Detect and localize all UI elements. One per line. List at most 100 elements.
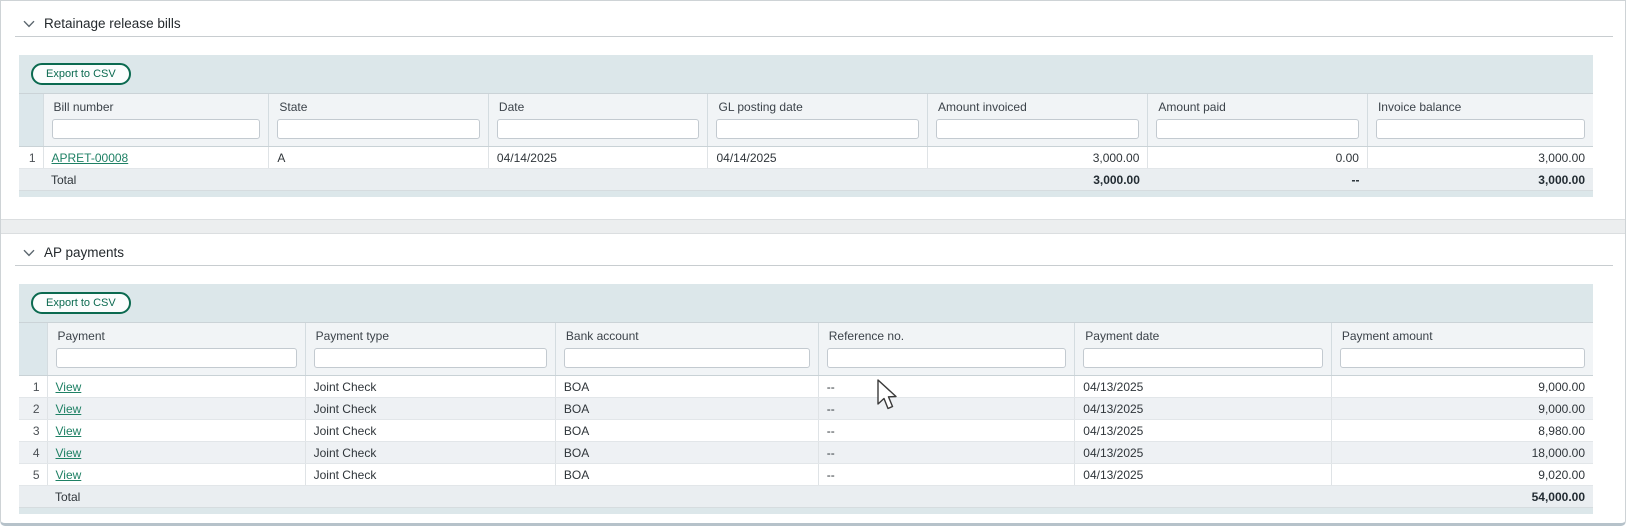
payment-date-cell: 04/13/2025 xyxy=(1075,398,1332,420)
bank-account-cell: BOA xyxy=(555,442,818,464)
payment-type-cell: Joint Check xyxy=(305,464,555,486)
payment-type-cell: Joint Check xyxy=(305,398,555,420)
column-reference-no: Reference no. xyxy=(818,323,1075,376)
ap-payments-table: Payment Payment type Bank account R xyxy=(19,323,1593,508)
invoice-balance-cell: 3,000.00 xyxy=(1367,147,1593,169)
column-payment-date: Payment date xyxy=(1075,323,1332,376)
view-payment-link[interactable]: View xyxy=(56,402,82,416)
row-number-header xyxy=(19,94,43,147)
filter-invoice-balance-input[interactable] xyxy=(1376,119,1585,139)
payment-date-cell: 04/13/2025 xyxy=(1075,464,1332,486)
amount-paid-cell: 0.00 xyxy=(1148,147,1368,169)
filter-payment-type-input[interactable] xyxy=(314,348,547,368)
payment-type-cell: Joint Check xyxy=(305,420,555,442)
payment-amount-cell: 9,000.00 xyxy=(1331,398,1593,420)
section-title: Retainage release bills xyxy=(44,16,181,31)
payment-amount-cell: 8,980.00 xyxy=(1331,420,1593,442)
retainage-section: Retainage release bills Export to CSV Bi… xyxy=(1,14,1625,219)
payment-date-cell: 04/13/2025 xyxy=(1075,420,1332,442)
ap-payments-grid: Export to CSV Payment Payment t xyxy=(19,284,1593,514)
filter-amount-paid-input[interactable] xyxy=(1156,119,1359,139)
retainage-section-header: Retainage release bills xyxy=(23,14,1611,32)
table-row: 3 View Joint Check BOA -- 04/13/2025 8,9… xyxy=(19,420,1593,442)
column-bank-account: Bank account xyxy=(555,323,818,376)
reference-no-cell: -- xyxy=(818,398,1075,420)
ap-payments-section-header: AP payments xyxy=(23,243,1611,261)
view-payment-link[interactable]: View xyxy=(56,380,82,394)
table-row: 5 View Joint Check BOA -- 04/13/2025 9,0… xyxy=(19,464,1593,486)
table-row: 1 View Joint Check BOA -- 04/13/2025 9,0… xyxy=(19,376,1593,398)
filter-date-input[interactable] xyxy=(497,119,700,139)
reference-no-cell: -- xyxy=(818,420,1075,442)
payment-type-cell: Joint Check xyxy=(305,442,555,464)
filter-gl-posting-date-input[interactable] xyxy=(716,119,919,139)
export-csv-button[interactable]: Export to CSV xyxy=(31,292,131,314)
bank-account-cell: BOA xyxy=(555,376,818,398)
ap-payments-toolbar: Export to CSV xyxy=(19,284,1593,323)
date-cell: 04/14/2025 xyxy=(488,147,708,169)
filter-payment-amount-input[interactable] xyxy=(1340,348,1585,368)
view-payment-link[interactable]: View xyxy=(56,446,82,460)
total-row: Total 3,000.00 -- 3,000.00 xyxy=(19,169,1593,191)
column-invoice-balance: Invoice balance xyxy=(1367,94,1593,147)
table-row: 1 APRET-00008 A 04/14/2025 04/14/2025 3,… xyxy=(19,147,1593,169)
column-payment: Payment xyxy=(47,323,305,376)
bank-account-cell: BOA xyxy=(555,464,818,486)
filter-bill-number-input[interactable] xyxy=(52,119,261,139)
total-payment-amount: 54,000.00 xyxy=(1331,486,1593,508)
row-number: 3 xyxy=(19,420,47,442)
reference-no-cell: -- xyxy=(818,442,1075,464)
payment-amount-cell: 18,000.00 xyxy=(1331,442,1593,464)
column-payment-type: Payment type xyxy=(305,323,555,376)
filter-reference-no-input[interactable] xyxy=(827,348,1067,368)
total-label: Total xyxy=(43,169,269,191)
page-frame: Retainage release bills Export to CSV Bi… xyxy=(0,0,1626,526)
total-amount-invoiced: 3,000.00 xyxy=(928,169,1148,191)
bill-number-link[interactable]: APRET-00008 xyxy=(52,151,129,165)
column-amount-paid: Amount paid xyxy=(1148,94,1368,147)
column-state: State xyxy=(269,94,489,147)
total-row-spacer xyxy=(19,486,47,508)
reference-no-cell: -- xyxy=(818,464,1075,486)
row-number: 1 xyxy=(19,147,43,169)
filter-payment-date-input[interactable] xyxy=(1083,348,1323,368)
row-number: 4 xyxy=(19,442,47,464)
bank-account-cell: BOA xyxy=(555,420,818,442)
payment-date-cell: 04/13/2025 xyxy=(1075,442,1332,464)
filter-state-input[interactable] xyxy=(277,119,480,139)
payment-type-cell: Joint Check xyxy=(305,376,555,398)
payment-cell: View xyxy=(47,398,305,420)
view-payment-link[interactable]: View xyxy=(56,424,82,438)
state-cell: A xyxy=(269,147,489,169)
table-row: 4 View Joint Check BOA -- 04/13/2025 18,… xyxy=(19,442,1593,464)
export-csv-button[interactable]: Export to CSV xyxy=(31,63,131,85)
chevron-down-icon[interactable] xyxy=(23,20,35,28)
ap-payments-section: AP payments Export to CSV Payment xyxy=(1,243,1625,514)
total-amount-paid: -- xyxy=(1148,169,1368,191)
payment-cell: View xyxy=(47,464,305,486)
row-number: 1 xyxy=(19,376,47,398)
total-row: Total 54,000.00 xyxy=(19,486,1593,508)
retainage-header-row: Bill number State Date GL posting d xyxy=(19,94,1593,147)
reference-no-cell: -- xyxy=(818,376,1075,398)
column-amount-invoiced: Amount invoiced xyxy=(928,94,1148,147)
table-row: 2 View Joint Check BOA -- 04/13/2025 9,0… xyxy=(19,398,1593,420)
section-title: AP payments xyxy=(44,245,124,260)
retainage-grid: Export to CSV Bill number State xyxy=(19,55,1593,197)
payment-amount-cell: 9,000.00 xyxy=(1331,376,1593,398)
filter-amount-invoiced-input[interactable] xyxy=(936,119,1139,139)
chevron-down-icon[interactable] xyxy=(23,249,35,257)
payment-cell: View xyxy=(47,442,305,464)
row-number: 5 xyxy=(19,464,47,486)
filter-bank-account-input[interactable] xyxy=(564,348,810,368)
column-payment-amount: Payment amount xyxy=(1331,323,1593,376)
payment-amount-cell: 9,020.00 xyxy=(1331,464,1593,486)
payment-cell: View xyxy=(47,420,305,442)
view-payment-link[interactable]: View xyxy=(56,468,82,482)
row-number-header xyxy=(19,323,47,376)
column-gl-posting-date: GL posting date xyxy=(708,94,928,147)
filter-payment-input[interactable] xyxy=(56,348,297,368)
section-divider xyxy=(15,36,1613,37)
column-date: Date xyxy=(488,94,708,147)
total-label: Total xyxy=(47,486,305,508)
